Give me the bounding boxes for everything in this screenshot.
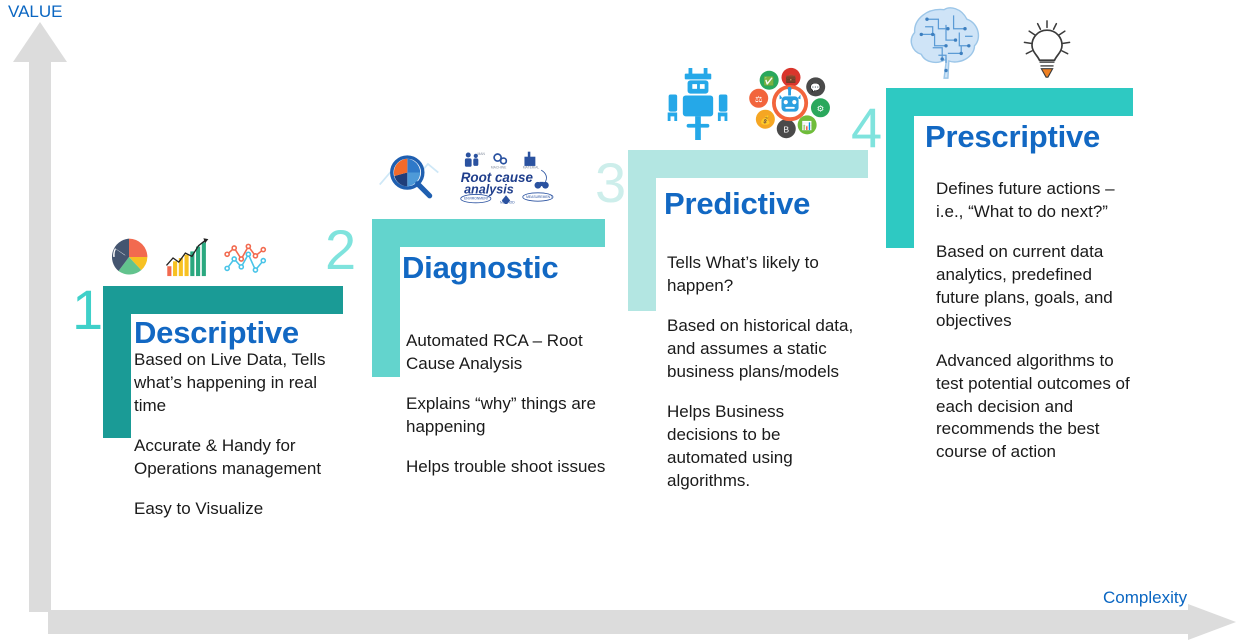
step-2-paragraph-3: Helps trouble shoot issues: [406, 456, 606, 476]
step-1-title: Descriptive: [134, 315, 299, 350]
step-1-paragraph-2: Accurate & Handy for Operations manageme…: [134, 435, 322, 478]
svg-text:💼: 💼: [786, 73, 797, 83]
step-3-title: Predictive: [664, 186, 811, 221]
step-1-body: Based on Live Data, Tells what’s happeni…: [134, 349, 334, 521]
step-2-number: 2: [325, 218, 357, 281]
step-3-body: Tells What’s likely to happen? Based on …: [667, 252, 857, 492]
svg-text:MAN: MAN: [477, 152, 485, 156]
step-4-paragraph-3: Advanced algorithms to test potential ou…: [936, 350, 1130, 462]
step-4-title: Prescriptive: [925, 119, 1101, 154]
step-4-paragraph-1: Defines future actions – i.e., “What to …: [936, 179, 1115, 221]
step-2-paragraph-1: Automated RCA – Root Cause Analysis: [406, 331, 583, 373]
svg-text:B: B: [783, 125, 789, 135]
svg-text:⚙: ⚙: [817, 104, 825, 114]
svg-text:⚖: ⚖: [755, 94, 763, 104]
step-3-number: 3: [595, 151, 627, 214]
step-4-bar-left: [886, 116, 914, 248]
analytics-maturity-staircase-diagram: VALUE Complexity 1 Descriptive Based on …: [0, 0, 1236, 643]
step-4-paragraph-2: Based on current data analytics, predefi…: [936, 241, 1113, 330]
step-3-paragraph-1: Tells What’s likely to happen?: [667, 253, 819, 295]
bar-chart-trend-icon: [164, 238, 210, 278]
root-cause-analysis-wordart-icon: MANMACHINE MATERIAL Root cause analysis E…: [460, 151, 554, 204]
value-axis-arrow-icon: [13, 22, 67, 612]
svg-text:💬: 💬: [810, 83, 821, 93]
svg-text:MATERIAL: MATERIAL: [523, 165, 540, 169]
step-2-icons: MAN MACHINE MATERIAL Root cause analysis E…: [378, 148, 558, 204]
step-3-paragraph-3: Helps Business decisions to be automated…: [667, 401, 793, 490]
step-3-paragraph-2: Based on historical data, and assumes a …: [667, 315, 854, 381]
step-1-bar-left: [103, 314, 131, 438]
robot-icon: [667, 68, 728, 140]
step-1-number: 1: [72, 278, 104, 341]
step-2-body: Automated RCA – Root Cause Analysis Expl…: [406, 330, 606, 479]
svg-text:✅: ✅: [764, 76, 775, 86]
step-2-bar-left: [372, 247, 400, 377]
step-2-paragraph-2: Explains “why” things are happening: [406, 393, 596, 436]
svg-text:METHOD: METHOD: [500, 201, 515, 204]
svg-text:MACHINE: MACHINE: [491, 165, 507, 169]
step-1-paragraph-3: Easy to Visualize: [134, 498, 264, 518]
step-1-paragraph-1: Based on Live Data, Tells what’s happeni…: [134, 350, 326, 415]
step-3-bar-top: [628, 150, 868, 178]
complexity-axis-arrow-icon: [48, 604, 1236, 640]
step-3-bar-left: [628, 178, 656, 311]
lightbulb-idea-icon: [1023, 20, 1071, 78]
pie-chart-icon: [111, 238, 148, 275]
step-1-bar-top: [103, 286, 343, 314]
step-4-body: Defines future actions – i.e., “What to …: [936, 178, 1136, 464]
step-4-bar-top: [886, 88, 1133, 116]
chatbot-services-icon: 💼 💬 ⚙ 📊 B 💰 ⚖ ✅: [749, 67, 830, 139]
step-2-title: Diagnostic: [402, 250, 559, 285]
line-scatter-chart-icon: [224, 243, 267, 273]
step-1-icons: [108, 236, 268, 278]
svg-text:MEASUREMENT: MEASUREMENT: [526, 195, 552, 199]
step-4-icons: [906, 4, 1074, 80]
step-3-icons: 💼 💬 ⚙ 📊 B 💰 ⚖ ✅: [662, 66, 834, 142]
svg-text:📊: 📊: [802, 121, 813, 131]
ai-brain-circuit-icon: [910, 7, 980, 79]
svg-text:ENVIRONMENT: ENVIRONMENT: [464, 196, 489, 200]
svg-text:💰: 💰: [760, 115, 771, 126]
magnifier-pie-chart-icon: [379, 155, 439, 199]
step-4-number: 4: [851, 96, 883, 159]
value-axis-label: VALUE: [8, 2, 63, 21]
step-2-bar-top: [372, 219, 605, 247]
